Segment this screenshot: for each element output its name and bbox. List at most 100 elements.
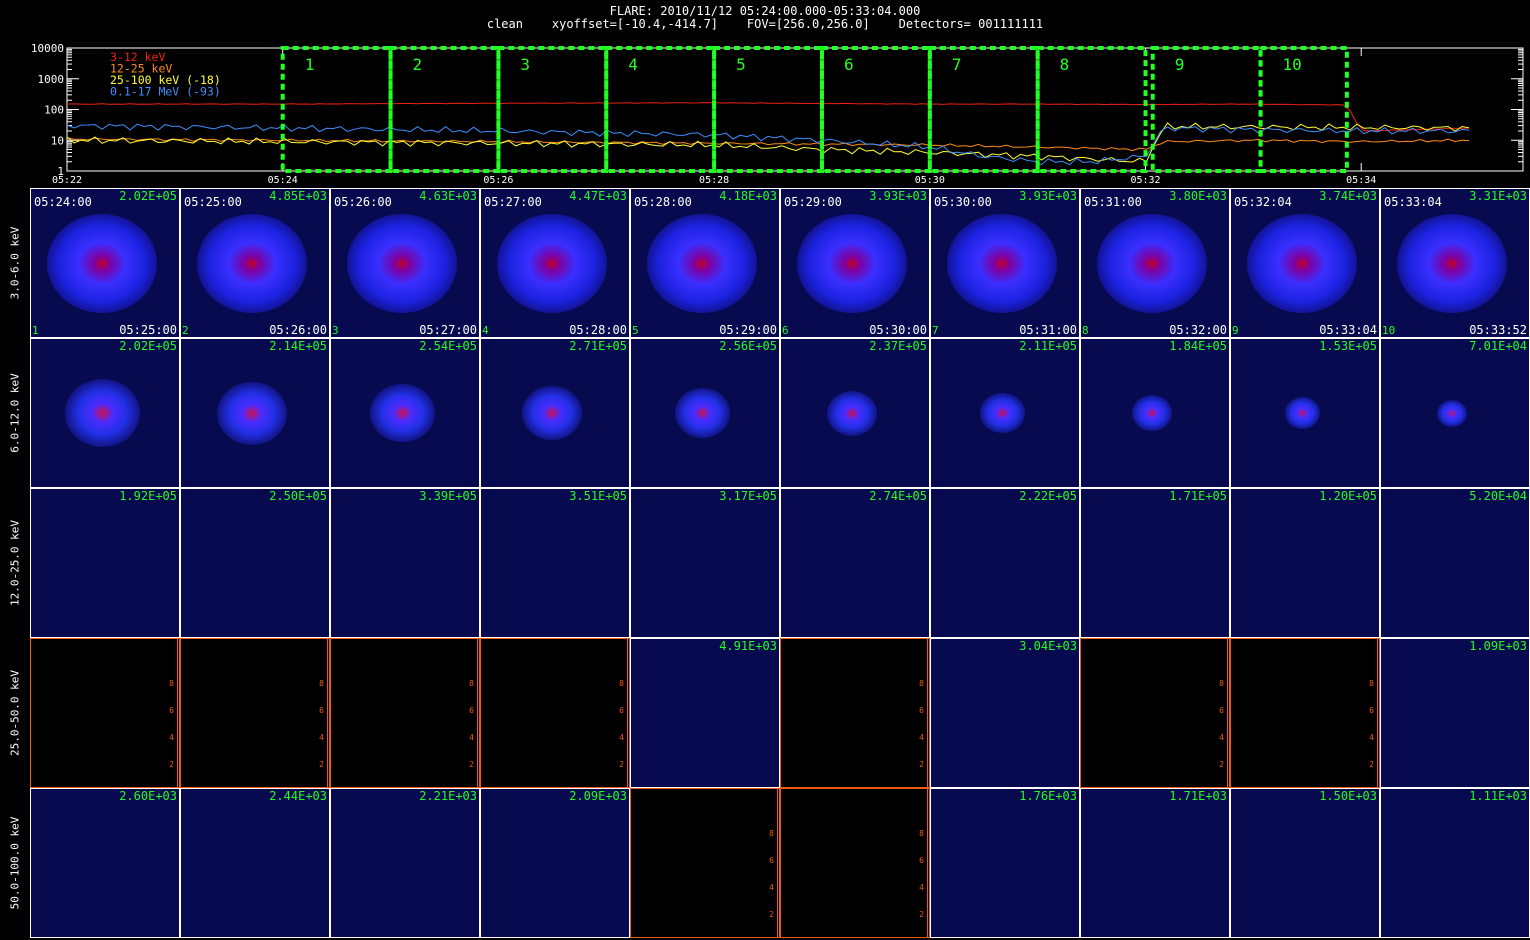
interval-label: 5 <box>736 55 746 74</box>
empty-panel-tick-label: 4 <box>1219 733 1224 742</box>
row-label-text: 6.0-12.0 keV <box>8 373 22 453</box>
panel-peak-value: 2.11E+05 <box>1019 339 1077 353</box>
source-blob <box>1132 395 1172 431</box>
interval-box <box>388 46 501 173</box>
panel-start-time: 05:28:00 <box>634 195 692 209</box>
y-tick-label: 10000 <box>31 42 64 55</box>
empty-panel-axis <box>777 788 778 938</box>
panel-peak-value: 2.21E+03 <box>419 789 477 803</box>
panel-start-time: 05:31:00 <box>1084 195 1142 209</box>
panel-background <box>930 788 1080 938</box>
row-label: 50.0-100.0 keV <box>0 788 30 938</box>
panel-peak-value: 2.74E+05 <box>869 489 927 503</box>
image-panel: 2.50E+05 <box>180 488 330 638</box>
interval-label: 2 <box>413 55 423 74</box>
panel-end-time: 05:33:52 <box>1469 323 1527 337</box>
panel-peak-value: 1.71E+03 <box>1169 789 1227 803</box>
empty-panel-tick-label: 8 <box>769 829 774 838</box>
empty-panel-tick-label: 2 <box>919 910 924 919</box>
interval-box <box>1035 46 1148 173</box>
panel-peak-value: 1.53E+05 <box>1319 339 1377 353</box>
source-blob <box>497 213 607 313</box>
panel-peak-value: 2.71E+05 <box>569 339 627 353</box>
panel-peak-value: 4.18E+03 <box>719 189 777 203</box>
panel-background <box>480 488 630 638</box>
panel-start-time: 05:33:04 <box>1384 195 1442 209</box>
empty-panel-tick-label: 4 <box>1369 733 1374 742</box>
empty-panel-tick-label: 4 <box>919 733 924 742</box>
empty-panel-tick-label: 8 <box>1219 679 1224 688</box>
image-panel: 2.21E+03 <box>330 788 480 938</box>
image-panel: 4.63E+03 05:26:00 05:27:00 3 <box>330 188 480 338</box>
panel-index: 4 <box>482 324 489 337</box>
empty-panel-axis <box>927 788 928 938</box>
interval-label: 4 <box>628 55 638 74</box>
interval-label: 1 <box>305 55 315 74</box>
panel-peak-value: 3.93E+03 <box>1019 189 1077 203</box>
panel-peak-value: 2.09E+03 <box>569 789 627 803</box>
source-blob <box>797 213 907 313</box>
image-panel: 2.56E+05 <box>630 338 780 488</box>
panel-background <box>1230 488 1380 638</box>
panel-peak-value: 5.20E+04 <box>1469 489 1527 503</box>
panel-peak-value: 3.04E+03 <box>1019 639 1077 653</box>
panel-peak-value: 3.74E+03 <box>1319 189 1377 203</box>
panel-background <box>780 788 930 938</box>
panel-background <box>330 488 480 638</box>
panel-background <box>480 638 630 788</box>
image-panel: 2 4 6 8 <box>780 788 930 938</box>
interval-label: 7 <box>952 55 962 74</box>
empty-panel-tick-label: 6 <box>169 706 174 715</box>
panel-background <box>1380 488 1530 638</box>
empty-panel-tick-label: 2 <box>1219 760 1224 769</box>
panel-index: 8 <box>1082 324 1089 337</box>
image-panel: 3.04E+03 <box>930 638 1080 788</box>
panel-peak-value: 3.17E+05 <box>719 489 777 503</box>
panel-peak-value: 1.20E+05 <box>1319 489 1377 503</box>
panel-background <box>1080 638 1230 788</box>
panel-background <box>1380 638 1530 788</box>
image-panel: 7.01E+04 <box>1380 338 1530 488</box>
source-blob <box>647 213 757 313</box>
empty-panel-tick-label: 6 <box>319 706 324 715</box>
panel-end-time: 05:29:00 <box>719 323 777 337</box>
image-panel: 2.02E+05 <box>30 338 180 488</box>
panel-start-time: 05:27:00 <box>484 195 542 209</box>
panel-peak-value: 1.50E+03 <box>1319 789 1377 803</box>
empty-panel-tick-label: 6 <box>919 856 924 865</box>
panel-peak-value: 1.92E+05 <box>119 489 177 503</box>
image-panel: 3.74E+03 05:32:04 05:33:04 9 <box>1230 188 1380 338</box>
image-panel: 1.71E+05 <box>1080 488 1230 638</box>
interval-box <box>927 46 1040 173</box>
panel-end-time: 05:30:00 <box>869 323 927 337</box>
empty-panel-axis <box>1377 638 1378 788</box>
image-panel: 2.14E+05 <box>180 338 330 488</box>
image-panel: 1.92E+05 <box>30 488 180 638</box>
panel-background <box>30 638 180 788</box>
image-panel: 2.09E+03 <box>480 788 630 938</box>
panel-peak-value: 2.37E+05 <box>869 339 927 353</box>
image-panel: 3.51E+05 <box>480 488 630 638</box>
image-grid: 2.02E+05 05:24:00 05:25:00 1 4.85E+03 05:25:0… <box>30 188 1530 940</box>
interval-box <box>1150 46 1263 173</box>
panel-start-time: 05:29:00 <box>784 195 842 209</box>
x-tick-label: 05:22 <box>52 175 82 186</box>
panel-peak-value: 1.84E+05 <box>1169 339 1227 353</box>
empty-panel-axis <box>627 638 628 788</box>
panel-end-time: 05:27:00 <box>419 323 477 337</box>
panel-start-time: 05:25:00 <box>184 195 242 209</box>
row-label-text: 25.0-50.0 keV <box>8 669 22 757</box>
panel-background <box>780 638 930 788</box>
empty-panel-tick-label: 6 <box>469 706 474 715</box>
panel-background <box>480 788 630 938</box>
panel-background <box>1080 788 1230 938</box>
interval-box <box>819 46 932 173</box>
source-blob <box>347 213 457 313</box>
panel-background <box>780 488 930 638</box>
empty-panel-tick-label: 4 <box>919 883 924 892</box>
x-tick-label: 05:28 <box>699 175 729 186</box>
row-label-text: 3.0-6.0 keV <box>8 226 22 300</box>
image-panel: 2 4 6 8 <box>780 638 930 788</box>
panel-index: 6 <box>782 324 789 337</box>
image-panel: 3.93E+03 05:29:00 05:30:00 6 <box>780 188 930 338</box>
